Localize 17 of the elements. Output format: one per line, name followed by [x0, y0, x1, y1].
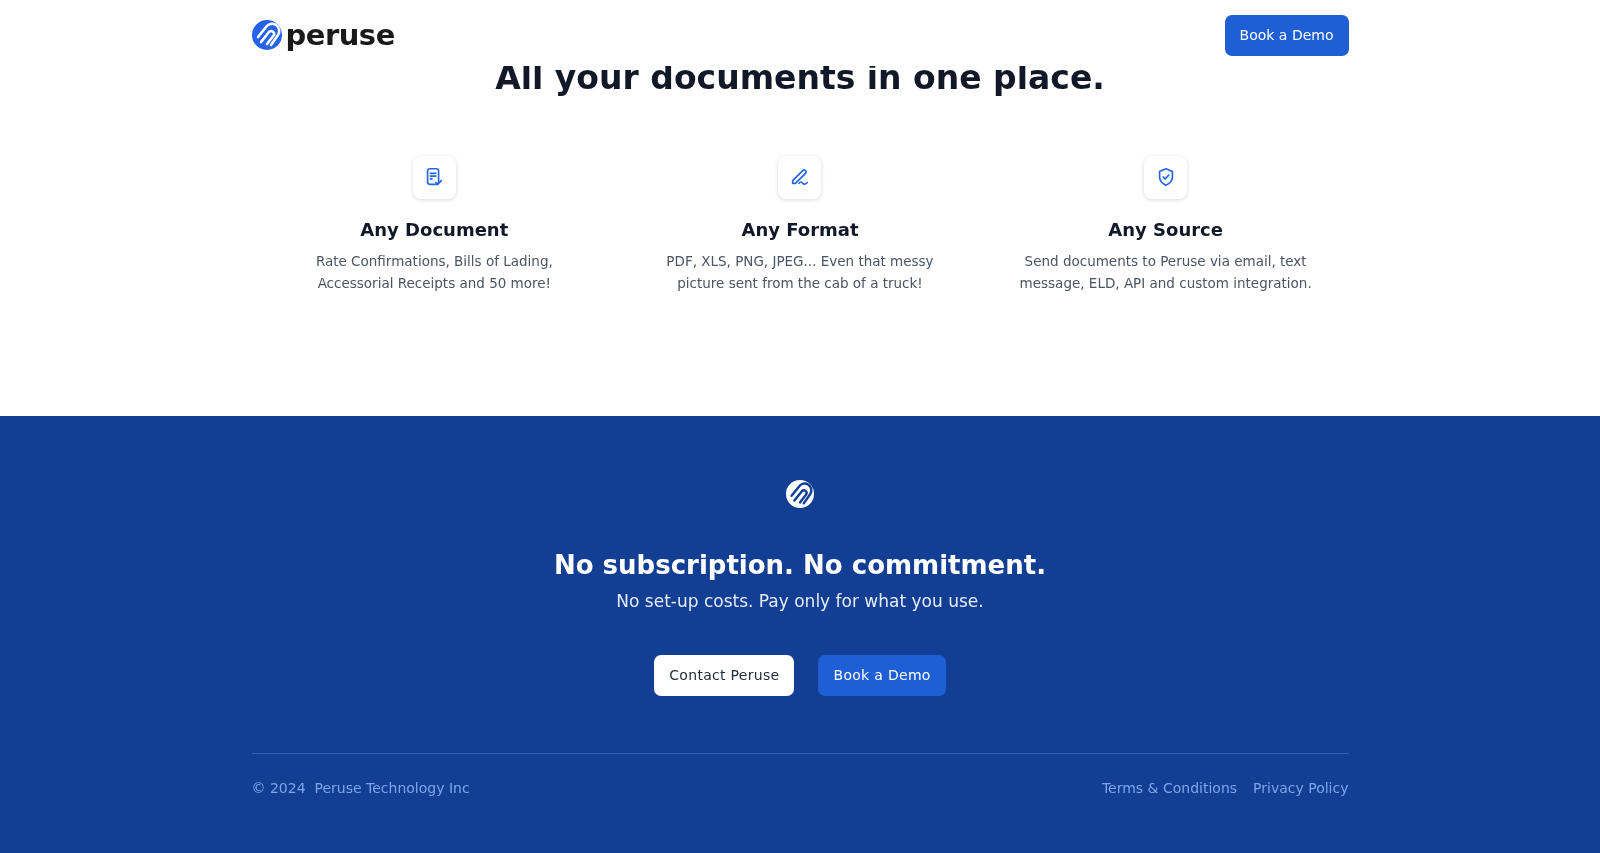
feature-description: Send documents to Peruse via email, text message, ELD, API and custom integration.	[1018, 252, 1313, 294]
book-demo-button[interactable]: Book a Demo	[818, 654, 946, 696]
feature-description: PDF, XLS, PNG, JPEG... Even that messy picture sent from the cab of a truck!	[665, 252, 935, 294]
contact-button[interactable]: Contact Peruse	[654, 654, 795, 696]
logo-icon	[786, 480, 814, 508]
cta-heading: No subscription. No commitment.	[553, 550, 1047, 582]
logo-icon	[251, 20, 282, 50]
copyright-text: © 2024 Peruse Technology Inc	[251, 778, 470, 798]
feature-title: Any Source	[1108, 218, 1223, 241]
feature-title: Any Format	[741, 218, 859, 241]
feature-description: Rate Confirmations, Bills of Lading, Accessorial Receipts and 50 more!	[314, 252, 554, 294]
footer-link[interactable]: Terms & Conditions	[1101, 777, 1238, 799]
feature-title: Any Document	[360, 218, 509, 241]
book-demo-button[interactable]: Book a Demo	[1224, 14, 1349, 56]
cta-subtitle: No set-up costs. Pay only for what you use.	[616, 590, 984, 614]
logo-text: peruse	[285, 20, 395, 50]
footer-link[interactable]: Privacy Policy	[1253, 777, 1349, 799]
